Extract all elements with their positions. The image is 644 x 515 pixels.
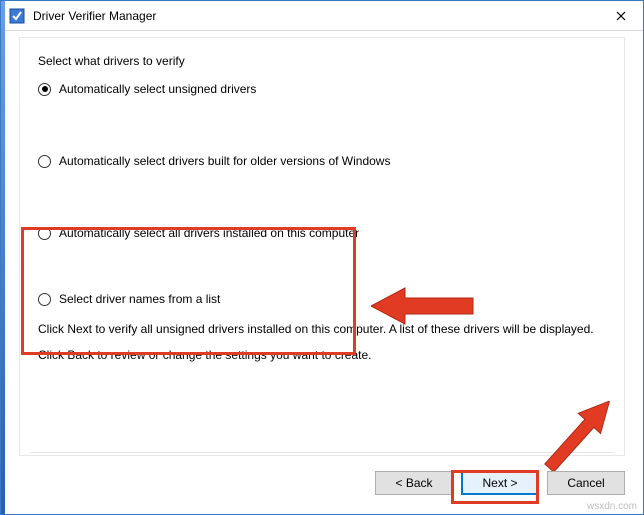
- option-label: Automatically select drivers built for o…: [59, 154, 390, 168]
- prompt-label: Select what drivers to verify: [38, 54, 606, 68]
- divider: [30, 452, 614, 453]
- hint-line1: Click Next to verify all unsigned driver…: [38, 320, 606, 338]
- cancel-button[interactable]: Cancel: [547, 471, 625, 495]
- radio-icon: [38, 227, 51, 240]
- watermark: wsxdn.com: [587, 501, 637, 512]
- option-all-drivers[interactable]: Automatically select all drivers install…: [38, 226, 606, 240]
- hint-line2: Click Back to review or change the setti…: [38, 346, 606, 364]
- button-bar: < Back Next > Cancel: [19, 466, 625, 500]
- window-left-accent: [1, 1, 5, 514]
- close-button[interactable]: [598, 1, 643, 31]
- back-button[interactable]: < Back: [375, 471, 453, 495]
- option-label: Automatically select unsigned drivers: [59, 82, 256, 96]
- app-icon: [9, 8, 25, 24]
- wizard-content: Select what drivers to verify Automatica…: [19, 37, 625, 456]
- radio-icon: [38, 293, 51, 306]
- close-icon: [616, 11, 626, 21]
- hint-text: Click Next to verify all unsigned driver…: [38, 320, 606, 364]
- titlebar: Driver Verifier Manager: [1, 1, 643, 31]
- window-title: Driver Verifier Manager: [33, 9, 156, 23]
- option-unsigned-drivers[interactable]: Automatically select unsigned drivers: [38, 82, 606, 96]
- option-older-windows[interactable]: Automatically select drivers built for o…: [38, 154, 606, 168]
- radio-icon: [38, 155, 51, 168]
- next-button[interactable]: Next >: [461, 471, 539, 495]
- option-select-from-list[interactable]: Select driver names from a list: [38, 292, 606, 306]
- option-label: Select driver names from a list: [59, 292, 220, 306]
- radio-icon: [38, 83, 51, 96]
- option-label: Automatically select all drivers install…: [59, 226, 359, 240]
